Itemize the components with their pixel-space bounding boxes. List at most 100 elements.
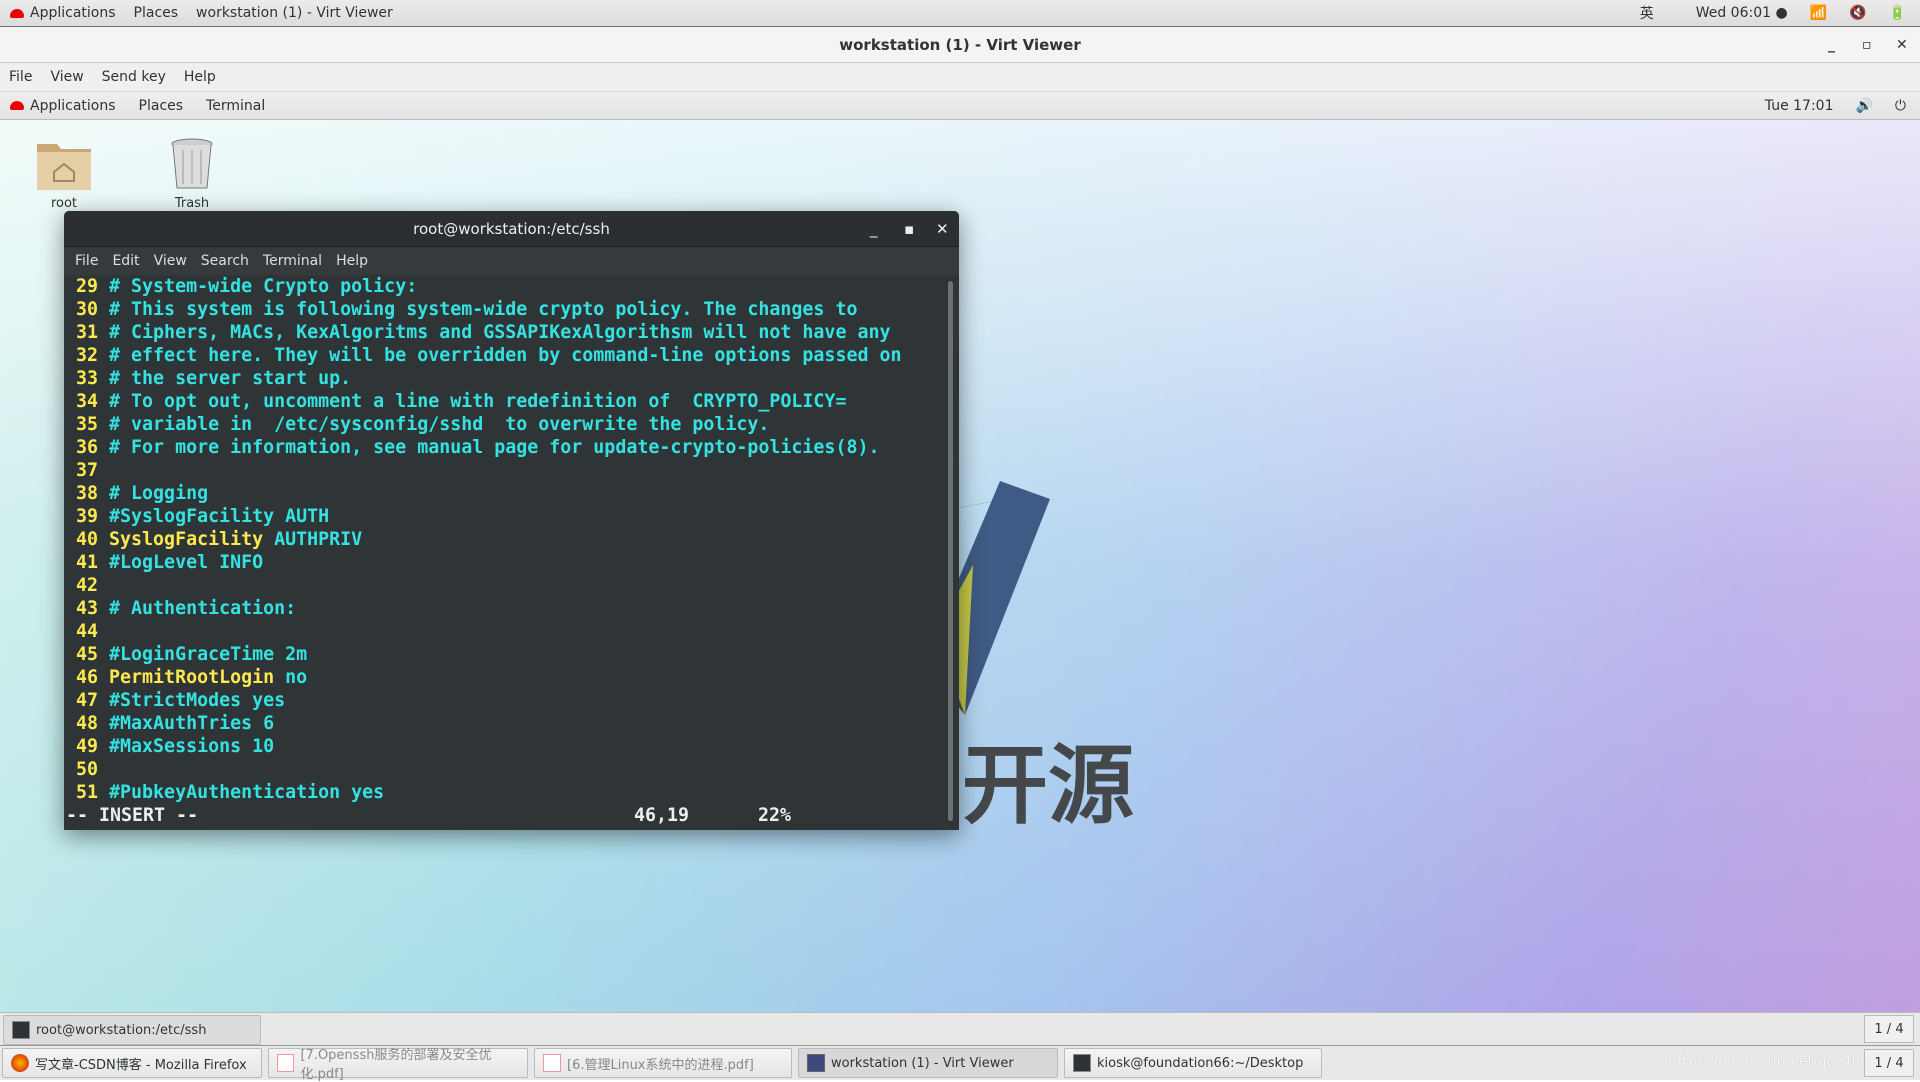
close-button[interactable]: ✕ [1896,27,1908,63]
terminal-window[interactable]: root@workstation:/etc/ssh _ ▪ ✕ File Edi… [64,211,959,830]
desktop-icon-trash[interactable]: Trash [152,136,232,211]
taskbar-item-terminal[interactable]: root@workstation:/etc/ssh [3,1015,261,1045]
terminal-minimize-button[interactable]: _ [870,220,878,238]
terminal-close-button[interactable]: ✕ [936,220,949,238]
cursor-position: 46,19 [634,805,690,826]
line-number: 51 [76,782,99,803]
taskbar-item-label: root@workstation:/etc/ssh [36,1022,207,1038]
firefox-icon [11,1054,29,1072]
vim-line: 42 [76,574,944,597]
comment-text: #SyslogFacility AUTH [109,506,330,527]
guest-taskbar: root@workstation:/etc/ssh 1 / 4 [0,1012,1920,1046]
terminal-icon [1073,1054,1091,1072]
clock[interactable]: Wed 06:01 ● [1696,5,1788,21]
pdf-icon [543,1054,561,1072]
guest-applications-menu[interactable]: Applications [30,98,125,114]
menu-send-key[interactable]: Send key [93,69,175,85]
terminal-scrollbar[interactable] [948,281,953,821]
desktop-icon-label: root [50,196,78,211]
wifi-icon[interactable]: 📶 [1810,5,1827,21]
menu-help[interactable]: Help [175,69,225,85]
terminal-maximize-button[interactable]: ▪ [904,220,914,238]
comment-text: # To opt out, uncomment a line with rede… [109,391,847,412]
clock-text: Wed 06:01 [1695,5,1772,21]
config-value: no [285,667,308,688]
redhat-icon [10,101,24,110]
menu-file[interactable]: File [0,69,41,85]
comment-text: #StrictModes yes [109,690,286,711]
volume-muted-icon[interactable]: 🔇 [1849,5,1866,21]
taskbar-item-label: [7.Openssh服务的部署及安全优化.pdf] [300,1048,492,1082]
vim-line: 43 # Authentication: [76,597,944,620]
vim-line: 31 # Ciphers, MACs, KexAlgoritms and GSS… [76,321,944,344]
guest-places-menu[interactable]: Places [125,98,193,114]
input-method-indicator[interactable]: 英 [1640,3,1654,23]
redhat-icon [10,8,24,18]
minimize-button[interactable]: _ [1828,27,1835,63]
active-window-menu[interactable]: workstation (1) - Virt Viewer [187,5,402,21]
vim-line: 46 PermitRootLogin no [76,666,944,689]
line-number: 50 [76,759,99,780]
comment-text: # This system is following system-wide c… [109,299,858,320]
line-number: 44 [76,621,99,642]
terminal-menu-terminal[interactable]: Terminal [256,253,329,269]
virt-viewer-menubar: File View Send key Help [0,63,1920,92]
line-number: 33 [76,368,99,389]
guest-clock[interactable]: Tue 17:01 [1765,98,1834,114]
line-number: 35 [76,414,99,435]
terminal-menu-help[interactable]: Help [329,253,375,269]
terminal-menu-file[interactable]: File [68,253,105,269]
taskbar-item-label: workstation (1) - Virt Viewer [831,1055,1014,1071]
pdf-icon [277,1054,295,1072]
places-menu[interactable]: Places [125,5,188,21]
vim-line: 39 #SyslogFacility AUTH [76,505,944,528]
applications-menu[interactable]: Applications [30,5,125,21]
line-number: 36 [76,437,99,458]
scroll-percent: 22% [758,805,792,826]
terminal-menu-view[interactable]: View [147,253,194,269]
vim-buffer[interactable]: 29 # System-wide Crypto policy: 30 # This… [64,275,944,827]
taskbar-item-pdf-openssh[interactable]: [7.Openssh服务的部署及安全优化.pdf] [268,1048,528,1082]
config-value: AUTHPRIV [274,529,363,550]
power-icon[interactable]: ⏻ [1895,98,1906,114]
vim-line: 48 #MaxAuthTries 6 [76,712,944,735]
config-key: PermitRootLogin [109,667,275,688]
comment-text: # Authentication: [109,598,297,619]
desktop-icon-root[interactable]: root [24,136,104,211]
terminal-titlebar[interactable]: root@workstation:/etc/ssh _ ▪ ✕ [64,211,959,247]
line-number: 40 [76,529,99,550]
workspace-pager[interactable]: 1 / 4 [1864,1015,1914,1043]
comment-text: # System-wide Crypto policy: [109,276,418,297]
maximize-button[interactable]: ▫ [1862,27,1872,63]
vim-line: 45 #LoginGraceTime 2m [76,643,944,666]
line-number: 29 [76,276,99,297]
vim-line: 33 # the server start up. [76,367,944,390]
terminal-menu-search[interactable]: Search [194,253,256,269]
taskbar-item-firefox[interactable]: 写文章-CSDN博客 - Mozilla Firefox [2,1048,262,1078]
taskbar-item-virt-viewer[interactable]: workstation (1) - Virt Viewer [798,1048,1058,1078]
volume-icon[interactable]: 🔊 [1855,98,1872,114]
guest-terminal-menu[interactable]: Terminal [192,98,274,114]
taskbar-item-kiosk-terminal[interactable]: kiosk@foundation66:~/Desktop [1064,1048,1322,1078]
line-number: 31 [76,322,99,343]
line-number: 39 [76,506,99,527]
vim-line: 29 # System-wide Crypto policy: [76,275,944,298]
comment-text: #LoginGraceTime 2m [109,644,308,665]
taskbar-item-pdf-process[interactable]: [6.管理Linux系统中的进程.pdf] [534,1048,792,1078]
vim-line: 34 # To opt out, uncomment a line with r… [76,390,944,413]
comment-text: # Ciphers, MACs, KexAlgoritms and GSSAPI… [109,322,891,343]
menu-view[interactable]: View [41,69,92,85]
vim-line: 47 #StrictModes yes [76,689,944,712]
vim-line: 49 #MaxSessions 10 [76,735,944,758]
vim-line: 36 # For more information, see manual pa… [76,436,944,459]
terminal-menu-edit[interactable]: Edit [105,253,146,269]
config-key: SyslogFacility [109,529,264,550]
vim-line: 32 # effect here. They will be overridde… [76,344,944,367]
host-top-panel: Applications Places workstation (1) - Vi… [0,0,1920,27]
line-number: 43 [76,598,99,619]
comment-text: # Logging [109,483,209,504]
taskbar-item-label: [6.管理Linux系统中的进程.pdf] [567,1057,754,1073]
battery-icon[interactable]: 🔋 [1889,5,1906,21]
vim-line: 30 # This system is following system-wid… [76,298,944,321]
host-workspace-pager[interactable]: 1 / 4 [1864,1049,1914,1077]
